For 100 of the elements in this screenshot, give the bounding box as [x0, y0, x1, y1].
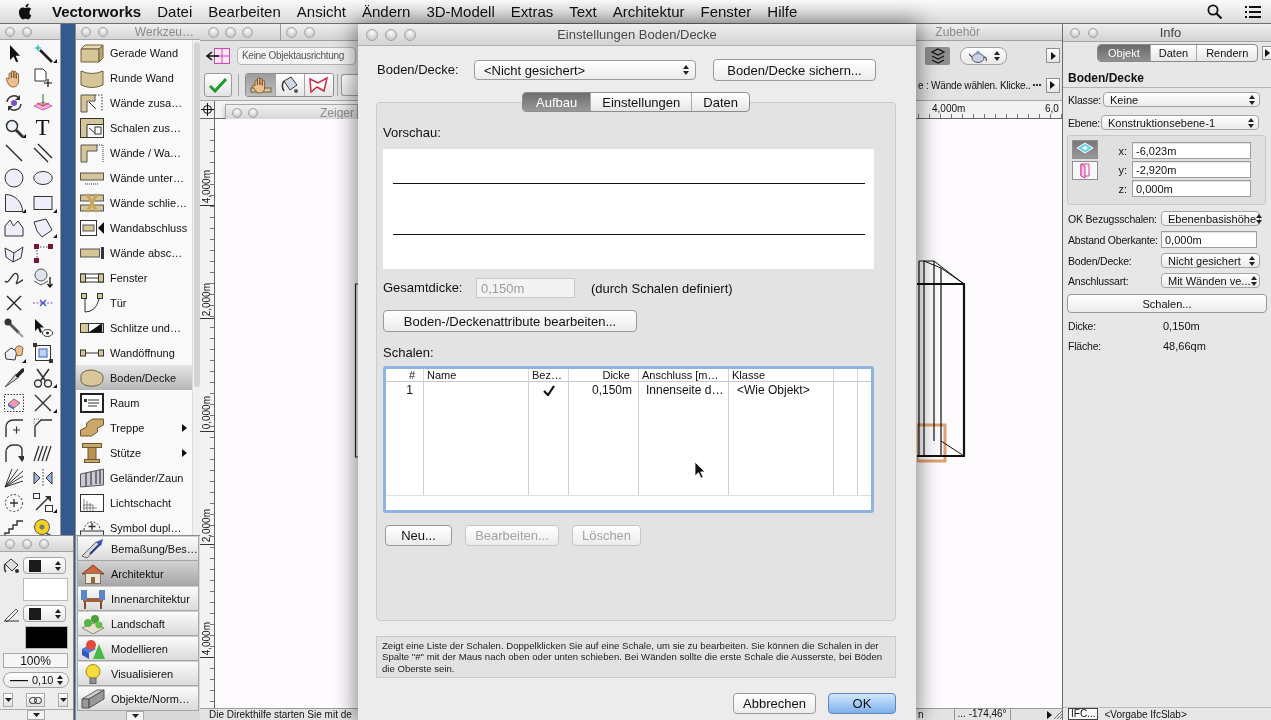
- tool-list-item[interactable]: Raum: [76, 390, 192, 415]
- palette-set-item[interactable]: Visualisieren: [77, 661, 199, 686]
- palette-set-item[interactable]: Architektur: [77, 561, 199, 586]
- popup-menu[interactable]: Nicht gesichert: [1161, 253, 1260, 268]
- app-menu[interactable]: Vectorworks: [44, 1, 150, 22]
- column-header[interactable]: #: [386, 369, 424, 381]
- tool-list-item[interactable]: Treppe: [76, 415, 192, 440]
- menu-item[interactable]: Bearbeiten: [200, 1, 289, 22]
- mode-button[interactable]: [275, 74, 304, 96]
- scrollbar-thumb[interactable]: [194, 42, 200, 387]
- tab[interactable]: Rendern: [1196, 45, 1258, 61]
- menu-item[interactable]: Architektur: [604, 1, 693, 22]
- menu-item[interactable]: Text: [561, 1, 605, 22]
- cancel-button[interactable]: Abbrechen: [733, 693, 816, 714]
- input-field[interactable]: 0,000m: [1161, 231, 1257, 248]
- expand-button[interactable]: [1044, 709, 1054, 720]
- field-label: Abstand Oberkante:: [1068, 233, 1159, 246]
- menu-item[interactable]: Extras: [502, 1, 562, 22]
- search-icon[interactable]: [1207, 4, 1222, 19]
- column-header[interactable]: Name: [424, 369, 529, 381]
- magic-wand-icon: [32, 42, 53, 63]
- ifc-button[interactable]: IFC...: [1068, 708, 1099, 720]
- confirm-button[interactable]: [204, 73, 232, 97]
- tool-list-item[interactable]: Wände absc…: [76, 240, 192, 265]
- coordinate-field[interactable]: 0,000m: [1132, 180, 1251, 197]
- tool-list-item[interactable]: Wandöffnung: [76, 340, 192, 365]
- tool-list-item[interactable]: Wandabschluss: [76, 215, 192, 240]
- tool-list-item[interactable]: Wände zusa…: [76, 90, 192, 115]
- menu-item[interactable]: Fenster: [692, 1, 760, 22]
- menu-item[interactable]: Ansicht: [288, 1, 354, 22]
- mode-button[interactable]: [304, 74, 333, 96]
- column-header[interactable]: Anschluss [m…: [639, 369, 729, 381]
- palette-set-item[interactable]: Innenarchitektur: [77, 586, 199, 611]
- column-header[interactable]: Klasse: [729, 369, 834, 381]
- expand-button[interactable]: [1046, 77, 1060, 93]
- table-button[interactable]: Neu...: [385, 525, 452, 546]
- menu-item[interactable]: Ändern: [354, 1, 419, 22]
- text-tool[interactable]: T: [27, 115, 58, 140]
- tool-list-item[interactable]: Wände / Wa…: [76, 140, 192, 165]
- layers-icon[interactable]: [925, 46, 950, 65]
- column-header[interactable]: Dicke: [569, 369, 639, 381]
- coordinate-field[interactable]: -6,023m: [1132, 142, 1251, 159]
- tab[interactable]: Einstellungen: [590, 93, 692, 111]
- palette-set-item[interactable]: Modellieren: [77, 636, 199, 661]
- tool-list-item[interactable]: Wände unter…: [76, 165, 192, 190]
- coordinate-field[interactable]: -2,920m: [1132, 161, 1251, 178]
- dropdown-button[interactable]: [58, 693, 68, 707]
- components-button[interactable]: Schalen...: [1067, 294, 1267, 313]
- fill-color-popup[interactable]: [23, 557, 66, 574]
- palette-set-item[interactable]: Objekte/Norm…: [77, 686, 199, 711]
- list-icon[interactable]: [1244, 4, 1261, 19]
- render-mode-popup[interactable]: [960, 46, 1007, 65]
- tool-list-item[interactable]: Schlitze und…: [76, 315, 192, 340]
- tool-list-item[interactable]: Symbol dupl…: [76, 515, 192, 535]
- view-button[interactable]: [1072, 161, 1098, 180]
- snap-mode-popup[interactable]: Keine Objektausrichtung: [237, 46, 356, 65]
- tool-list-item[interactable]: Runde Wand: [76, 65, 192, 90]
- tool-list-item[interactable]: Geländer/Zaun: [76, 465, 192, 490]
- window-arrow-icon[interactable]: [204, 45, 232, 66]
- class-popup[interactable]: Keine: [1103, 92, 1260, 107]
- menu-item[interactable]: Hilfe: [759, 1, 806, 22]
- tool-list-item[interactable]: Wände schlie…: [76, 190, 192, 215]
- palette-set-item[interactable]: Landschaft: [77, 611, 199, 636]
- tab[interactable]: Daten: [1149, 45, 1197, 61]
- tool-list-item[interactable]: Schalen zus…: [76, 115, 192, 140]
- tool-list-item[interactable]: Gerade Wand: [76, 40, 192, 65]
- edit-attributes-button[interactable]: Boden-/Deckenattribute bearbeiten...: [383, 310, 637, 332]
- palette-menu-button[interactable]: [27, 710, 45, 720]
- pen-preview: [25, 626, 68, 649]
- popup-menu[interactable]: Ebenenbasishöhe: [1161, 211, 1260, 226]
- expand-button[interactable]: [1046, 48, 1060, 63]
- field-note: (durch Schalen definiert): [591, 280, 733, 296]
- ok-button[interactable]: OK: [828, 693, 896, 714]
- layer-popup[interactable]: Konstruktionsebene-1: [1101, 115, 1259, 130]
- menu-item[interactable]: 3D-Modell: [418, 1, 503, 22]
- tab[interactable]: Aufbau: [523, 93, 591, 111]
- menu-item[interactable]: Datei: [149, 1, 201, 22]
- popup-menu[interactable]: Mit Wänden ve...: [1161, 273, 1260, 288]
- tab[interactable]: Objekt: [1098, 45, 1150, 61]
- field-label: x:: [1117, 144, 1127, 157]
- tool-list-item[interactable]: Stütze: [76, 440, 192, 465]
- tab[interactable]: Daten: [691, 93, 749, 111]
- opacity-field[interactable]: 100%: [3, 653, 68, 668]
- zigzag-polygon-icon: [3, 217, 24, 238]
- palette-menu-button[interactable]: [126, 711, 144, 720]
- dropdown-button[interactable]: [3, 693, 13, 707]
- line-weight-popup[interactable]: 0,10: [3, 672, 69, 688]
- view-button[interactable]: [1072, 140, 1098, 159]
- tool-list-item[interactable]: Fenster: [76, 265, 192, 290]
- tool-list-item[interactable]: Tür: [76, 290, 192, 315]
- apple-icon[interactable]: [18, 3, 32, 20]
- tool-list-item[interactable]: Lichtschacht: [76, 490, 192, 515]
- save-style-button[interactable]: Boden/Decke sichern...: [713, 59, 876, 81]
- expand-button[interactable]: [1262, 46, 1271, 60]
- column-header[interactable]: Bez…: [529, 369, 569, 381]
- pen-color-popup[interactable]: [23, 605, 66, 622]
- tool-list-item[interactable]: Boden/Decke: [76, 365, 192, 390]
- link-button[interactable]: [26, 693, 45, 707]
- palette-set-item[interactable]: Bemaßung/Bes…: [77, 536, 199, 561]
- style-popup[interactable]: <Nicht gesichert>: [474, 60, 696, 80]
